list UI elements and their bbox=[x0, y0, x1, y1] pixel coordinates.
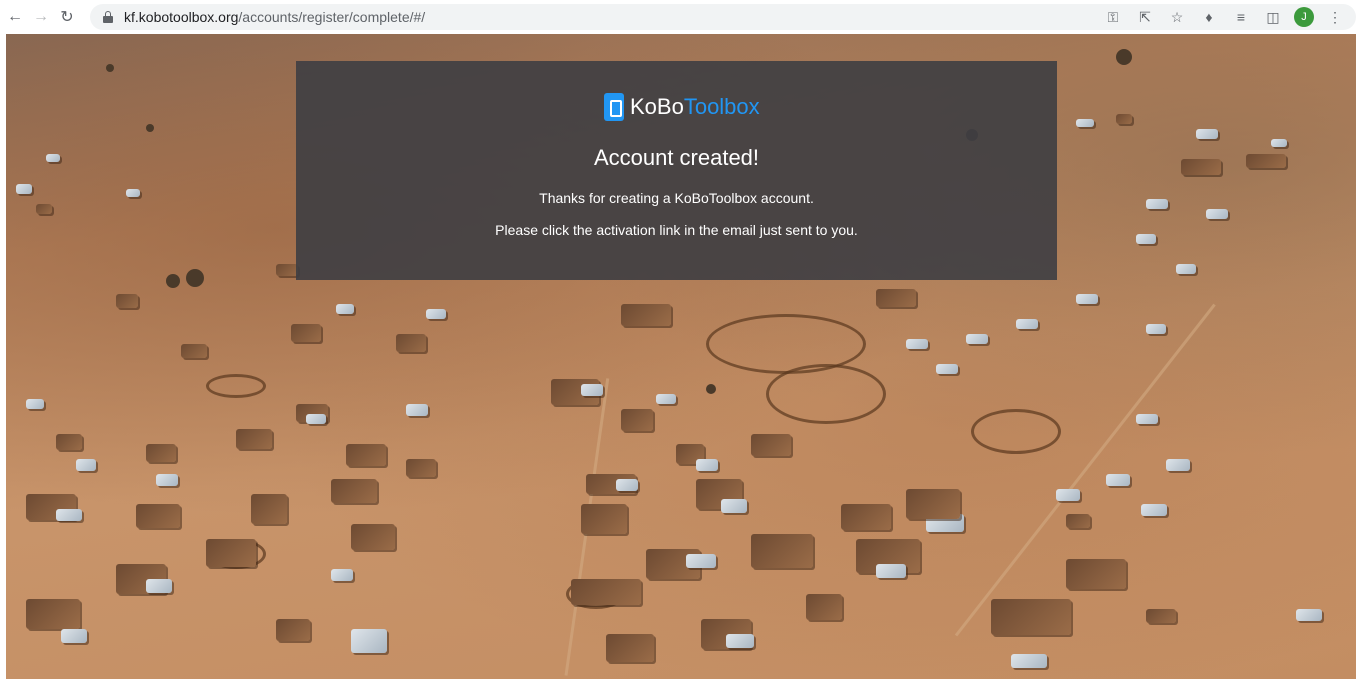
activation-message: Please click the activation link in the … bbox=[495, 222, 858, 238]
enclosure-ring bbox=[971, 409, 1061, 454]
arrow-left-icon: ← bbox=[7, 8, 23, 25]
back-button[interactable]: ← bbox=[2, 4, 28, 30]
thanks-message: Thanks for creating a KoBoToolbox accoun… bbox=[539, 190, 814, 206]
logo-ko: KoBo bbox=[630, 94, 684, 119]
logo-toolbox: Toolbox bbox=[683, 94, 760, 119]
url-host: kf.kobotoolbox.org bbox=[124, 9, 239, 25]
profile-avatar[interactable]: J bbox=[1294, 7, 1314, 27]
key-icon[interactable]: ⚿ bbox=[1102, 6, 1124, 28]
side-panel-icon[interactable]: ◫ bbox=[1262, 6, 1284, 28]
kobo-logo-icon bbox=[604, 93, 624, 121]
enclosure-ring bbox=[206, 374, 266, 398]
reload-button[interactable]: ↻ bbox=[54, 4, 80, 30]
kebab-menu-icon[interactable]: ⋮ bbox=[1324, 6, 1346, 28]
page-background-photo: KoBoToolbox Account created! Thanks for … bbox=[6, 34, 1356, 679]
reading-list-icon[interactable]: ≡ bbox=[1230, 6, 1252, 28]
url-path: /accounts/register/complete/#/ bbox=[238, 9, 426, 25]
arrow-right-icon: → bbox=[33, 8, 49, 25]
logo-wordmark: KoBoToolbox bbox=[630, 94, 760, 120]
star-icon[interactable]: ☆ bbox=[1166, 6, 1188, 28]
puzzle-icon[interactable]: ♦ bbox=[1198, 6, 1220, 28]
kobotoolbox-logo: KoBoToolbox bbox=[604, 92, 760, 122]
forward-button[interactable]: → bbox=[28, 4, 54, 30]
reload-icon: ↻ bbox=[60, 9, 74, 26]
share-icon[interactable]: ⇱ bbox=[1134, 6, 1156, 28]
page-title: Account created! bbox=[593, 145, 760, 170]
account-created-card: KoBoToolbox Account created! Thanks for … bbox=[296, 61, 1057, 280]
browser-toolbar: ← → ↻ kf.kobotoolbox.org/accounts/regist… bbox=[0, 0, 1356, 34]
enclosure-ring bbox=[706, 314, 866, 374]
url-text: kf.kobotoolbox.org/accounts/register/com… bbox=[124, 9, 425, 25]
toolbar-actions: ⚿ ⇱ ☆ ♦ ≡ ◫ J ⋮ bbox=[1102, 4, 1346, 30]
lock-icon bbox=[102, 10, 114, 24]
